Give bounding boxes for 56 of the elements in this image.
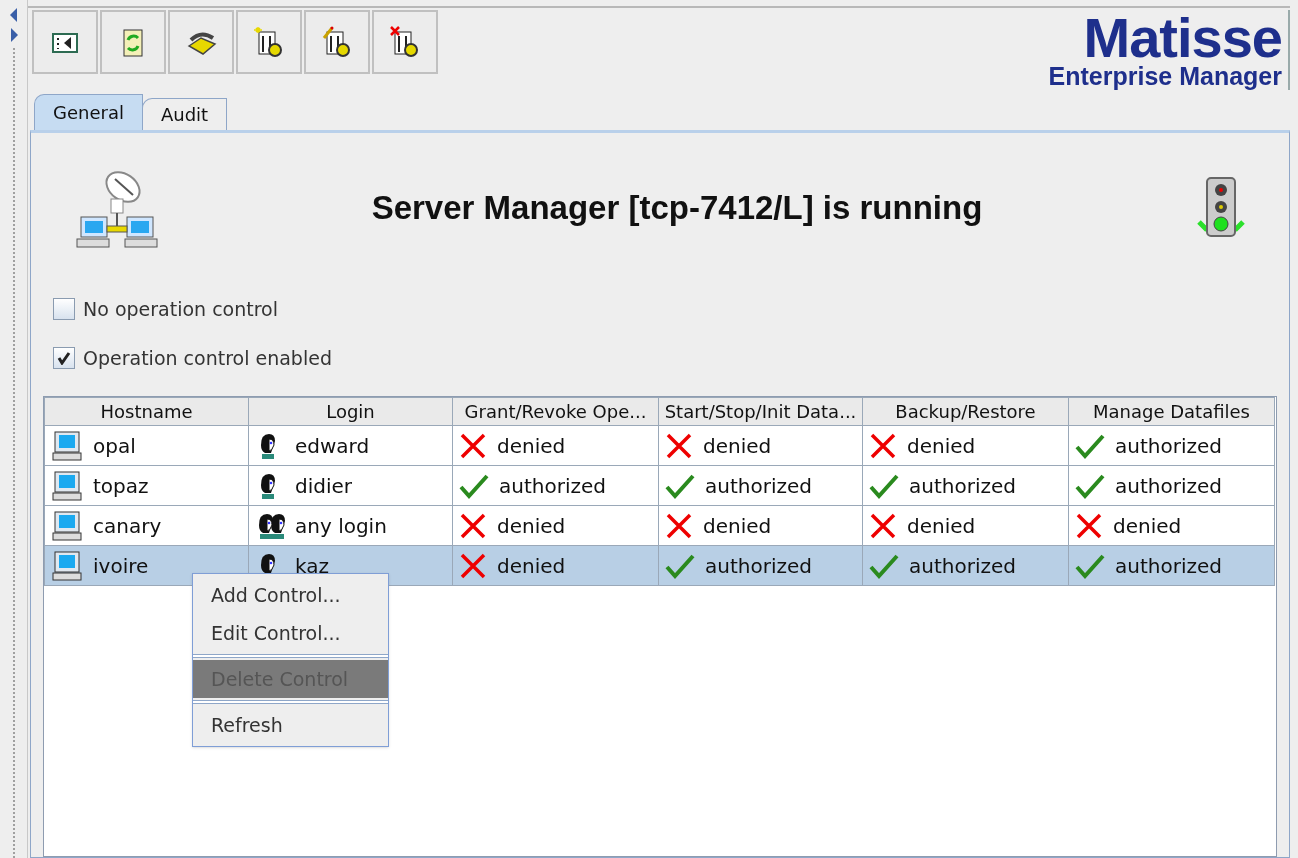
table-cell-text: denied — [497, 432, 566, 460]
logo-title: Matisse — [1083, 14, 1282, 62]
table-row[interactable]: ivoire kaz denied authorized authorized authorized — [44, 545, 1275, 586]
table-cell-text: topaz — [93, 472, 149, 500]
checkbox-label: No operation control — [83, 297, 278, 322]
table-cell-text: denied — [497, 552, 566, 580]
table-cell-text: ivoire — [93, 552, 149, 580]
column-header[interactable]: Manage Datafiles — [1068, 397, 1275, 426]
menu-item[interactable]: Refresh — [193, 706, 388, 744]
column-header[interactable]: Grant/Revoke Ope... — [452, 397, 659, 426]
checkbox-label: Operation control enabled — [83, 345, 332, 371]
table-cell-text: denied — [1113, 512, 1182, 540]
table-cell-text: authorized — [1115, 472, 1222, 500]
table-cell-text: authorized — [499, 472, 606, 500]
table-cell-text: opal — [93, 432, 136, 460]
menu-item[interactable]: Edit Control... — [193, 614, 388, 652]
toolbar-button[interactable] — [372, 10, 438, 74]
toolbar-button[interactable] — [32, 10, 98, 74]
server-status-title: Server Manager [tcp-7412/L] is running — [371, 188, 983, 229]
column-header[interactable]: Hostname — [44, 397, 249, 426]
table-cell-text: denied — [907, 432, 976, 460]
table-cell-text: denied — [703, 432, 772, 460]
computer-icon — [51, 509, 83, 542]
toolbar-button[interactable] — [236, 10, 302, 74]
expand-right-icon[interactable] — [8, 28, 19, 42]
tab[interactable]: Audit — [141, 98, 228, 130]
checkbox[interactable] — [53, 298, 75, 321]
column-header[interactable]: Start/Stop/Init Data... — [658, 397, 863, 426]
table-row[interactable]: opal edward denied denied denied authorized — [44, 425, 1275, 466]
table-cell-text: any login — [295, 512, 387, 540]
table-cell-text: canary — [93, 512, 162, 540]
table-cell-text: authorized — [1115, 432, 1222, 460]
table-cell-text: denied — [907, 512, 976, 540]
collapse-left-icon[interactable] — [8, 8, 19, 22]
table-cell-text: edward — [295, 432, 370, 460]
table-cell-text: authorized — [909, 552, 1016, 580]
table-cell-text: authorized — [705, 552, 812, 580]
computer-icon — [51, 549, 83, 582]
toolbar-button[interactable] — [168, 10, 234, 74]
checkbox[interactable] — [53, 346, 75, 369]
tab[interactable]: General — [34, 94, 143, 130]
column-header[interactable]: Backup/Restore — [862, 397, 1069, 426]
table-cell-text: authorized — [909, 472, 1016, 500]
table-cell-text: didier — [295, 472, 353, 500]
computer-icon — [51, 429, 83, 462]
table-cell-text: denied — [497, 512, 566, 540]
column-header[interactable]: Login — [248, 397, 453, 426]
table-row[interactable]: canary any login denied denied denied denied — [44, 505, 1275, 546]
logo-subtitle: Enterprise Manager — [1048, 62, 1282, 90]
computer-icon — [51, 469, 83, 502]
check-icon — [57, 350, 71, 365]
toolbar-button[interactable] — [304, 10, 370, 74]
table-cell-text: denied — [703, 512, 772, 540]
table-row[interactable]: topaz didier authorized authorized authorized authorized — [44, 465, 1275, 506]
table-cell-text: authorized — [705, 472, 812, 500]
table-cell-text: authorized — [1115, 552, 1222, 580]
